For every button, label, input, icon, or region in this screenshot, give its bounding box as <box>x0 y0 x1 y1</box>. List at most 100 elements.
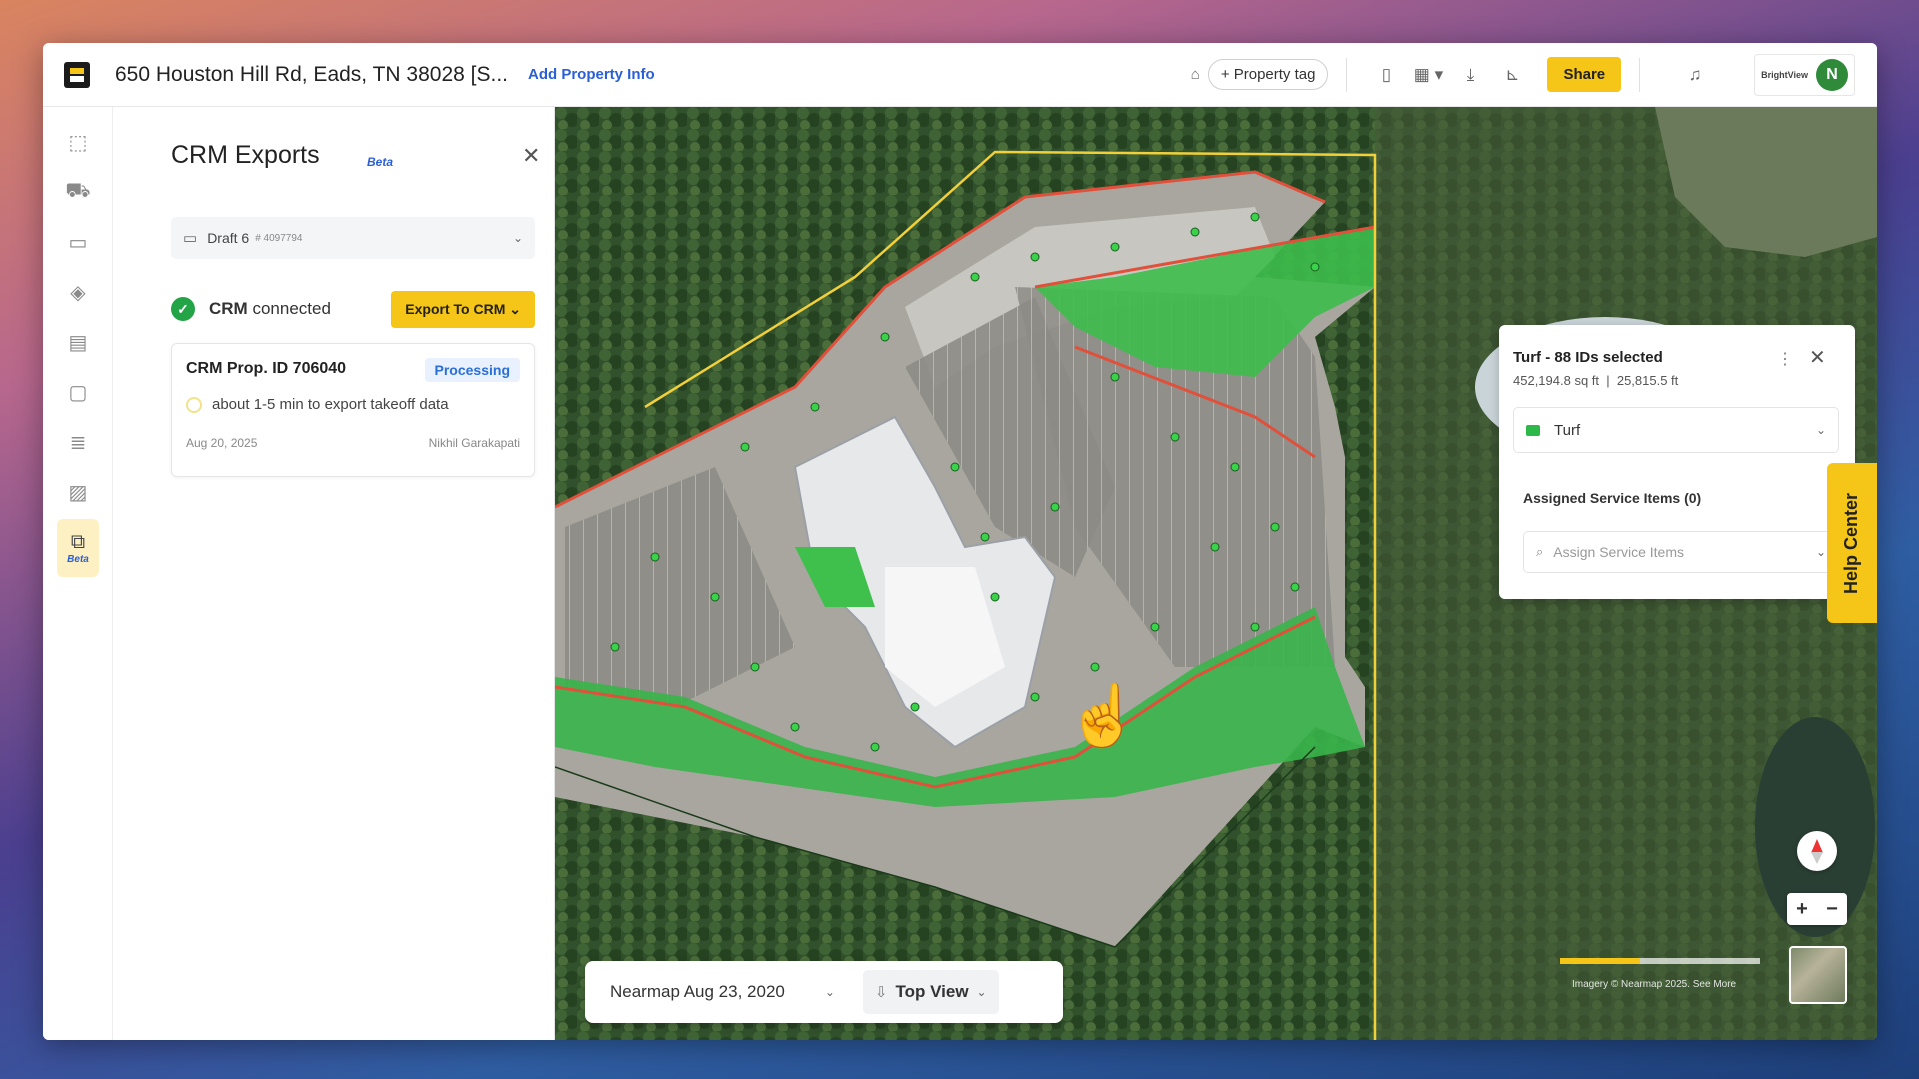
imagery-bar: Nearmap Aug 23, 2020 ⌄ ⇩ Top View ⌄ <box>585 961 1063 1023</box>
property-tag-button[interactable]: + Property tag <box>1207 59 1329 90</box>
marker-dot <box>650 552 660 562</box>
close-icon[interactable]: ✕ <box>522 143 540 169</box>
card-message: about 1-5 min to export takeoff data <box>186 396 449 413</box>
download-icon[interactable]: ⤓ <box>1453 58 1487 92</box>
estimate-icon[interactable]: ▤ <box>57 321 99 363</box>
tag-icon: ⌂ <box>1190 66 1200 83</box>
marker-dot <box>1250 622 1260 632</box>
view-label: Top View <box>895 982 969 1001</box>
add-property-info-link[interactable]: Add Property Info <box>528 66 655 83</box>
minimap[interactable] <box>1789 946 1847 1004</box>
crm-export-icon[interactable]: ⧉ Beta <box>57 519 99 577</box>
marker-dot <box>1050 502 1060 512</box>
top-bar: 650 Houston Hill Rd, Eads, TN 38028 [S..… <box>43 43 1877 107</box>
zoom-out-button[interactable]: − <box>1826 898 1838 921</box>
marker-dot <box>710 592 720 602</box>
turf-perimeter: 25,815.5 ft <box>1616 373 1679 388</box>
status-badge: Processing <box>424 358 520 382</box>
marker-dot <box>1290 582 1300 592</box>
divider <box>1346 57 1348 92</box>
cart-icon[interactable]: ⛟ <box>57 171 99 213</box>
pointer-cursor-icon: ☝ <box>1066 682 1141 749</box>
measure-icon[interactable]: ⊾ <box>1495 58 1529 92</box>
crm-status-text: connected <box>252 299 331 318</box>
turf-measurements: 452,194.8 sq ft | 25,815.5 ft <box>1513 373 1679 388</box>
marker-dot <box>810 402 820 412</box>
chat-icon[interactable]: ▢ <box>57 371 99 413</box>
share-button[interactable]: Share <box>1547 57 1622 92</box>
marker-dot <box>1230 462 1240 472</box>
chevron-down-icon[interactable]: ⌄ <box>825 985 835 999</box>
marker-dot <box>870 742 880 752</box>
help-center-tab[interactable]: Help Center <box>1827 463 1877 623</box>
layers-icon[interactable]: ◈ <box>57 271 99 313</box>
turf-selection-card: Turf - 88 IDs selected 452,194.8 sq ft |… <box>1499 325 1855 599</box>
marker-dot <box>950 462 960 472</box>
assigned-service-items-label: Assigned Service Items (0) <box>1523 490 1702 506</box>
folder-icon[interactable]: ▭ <box>57 221 99 263</box>
marker-dot <box>1190 227 1200 237</box>
zoom-in-button[interactable]: + <box>1796 898 1808 921</box>
crm-exports-panel: CRM Exports Beta ✕ ▭ Draft 6 # 4097794 ⌄… <box>113 107 555 1040</box>
layout-grid-icon[interactable]: ▦ ▾ <box>1411 58 1445 92</box>
marker-dot <box>1270 522 1280 532</box>
card-title: CRM Prop. ID 706040 <box>186 360 347 377</box>
marker-dot <box>980 532 990 542</box>
chevron-down-icon: ⌄ <box>1815 545 1826 559</box>
export-label: Export To CRM <box>405 300 506 317</box>
marker-dot <box>740 442 750 452</box>
marker-dot <box>790 722 800 732</box>
assign-placeholder: Assign Service Items <box>1553 544 1684 560</box>
imagery-date-select[interactable]: Nearmap Aug 23, 2020 <box>610 982 785 1002</box>
company-logo: BrightView <box>1761 69 1808 80</box>
avatar[interactable]: N <box>1816 58 1848 91</box>
view-select[interactable]: ⇩ Top View ⌄ <box>862 970 999 1014</box>
marker-dot <box>880 332 890 342</box>
export-to-crm-button[interactable]: Export To CRM ⌄ <box>391 290 535 328</box>
card-user: Nikhil Garakapati <box>428 436 520 450</box>
takeoff-icon[interactable]: ⬚ <box>57 121 99 163</box>
document-icon[interactable]: ▯ <box>1369 58 1403 92</box>
app-logo[interactable] <box>64 61 90 88</box>
panel-title: CRM Exports <box>171 141 320 169</box>
marker-dot <box>970 272 980 282</box>
property-address[interactable]: 650 Houston Hill Rd, Eads, TN 38028 [S..… <box>115 63 508 87</box>
marker-dot <box>1170 432 1180 442</box>
image-icon[interactable]: ▨ <box>57 471 99 513</box>
user-menu[interactable]: BrightView N <box>1754 53 1855 96</box>
divider <box>1639 57 1641 92</box>
marker-dot <box>1030 692 1040 702</box>
marker-dot <box>1090 662 1100 672</box>
notes-icon[interactable]: ≣ <box>57 421 99 463</box>
marker-dot <box>1110 372 1120 382</box>
left-rail: ⬚ ⛟ ▭ ◈ ▤ ▢ ≣ ▨ ⧉ Beta <box>43 107 113 1040</box>
view-icon: ⇩ <box>874 984 888 1001</box>
folder-icon: ▭ <box>183 230 198 247</box>
draft-label: Draft 6 <box>207 230 250 246</box>
spinner-icon <box>186 396 202 413</box>
layer-select[interactable]: Turf ⌄ <box>1513 407 1839 453</box>
close-icon[interactable]: ✕ <box>1809 345 1826 370</box>
crm-status-row: ✓ CRM connected Export To CRM ⌄ <box>171 289 535 329</box>
marker-dot <box>910 702 920 712</box>
rail-beta-label: Beta <box>67 554 89 565</box>
turf-area: 452,194.8 sq ft <box>1513 373 1600 388</box>
marker-dot <box>750 662 760 672</box>
marker-dot <box>610 642 620 652</box>
layer-label: Turf <box>1554 421 1581 439</box>
marker-dot <box>1030 252 1040 262</box>
chevron-down-icon: ⌄ <box>512 231 523 245</box>
beta-badge: Beta <box>367 155 394 169</box>
more-options-icon[interactable]: ⋮ <box>1777 349 1793 369</box>
marker-dot <box>1250 212 1260 222</box>
turf-swatch <box>1526 424 1540 436</box>
crm-status: CRM connected <box>209 299 331 319</box>
draft-select[interactable]: ▭ Draft 6 # 4097794 ⌄ <box>171 217 535 259</box>
assign-service-items-input[interactable]: ⌕ Assign Service Items ⌄ <box>1523 531 1839 573</box>
draft-id: # 4097794 <box>255 232 303 244</box>
card-message-text: about 1-5 min to export takeoff data <box>212 396 449 413</box>
compass-icon[interactable] <box>1797 831 1837 871</box>
bell-icon[interactable]: ♫ <box>1678 58 1712 92</box>
check-icon: ✓ <box>171 297 195 321</box>
export-card[interactable]: CRM Prop. ID 706040 Processing about 1-5… <box>171 343 535 477</box>
